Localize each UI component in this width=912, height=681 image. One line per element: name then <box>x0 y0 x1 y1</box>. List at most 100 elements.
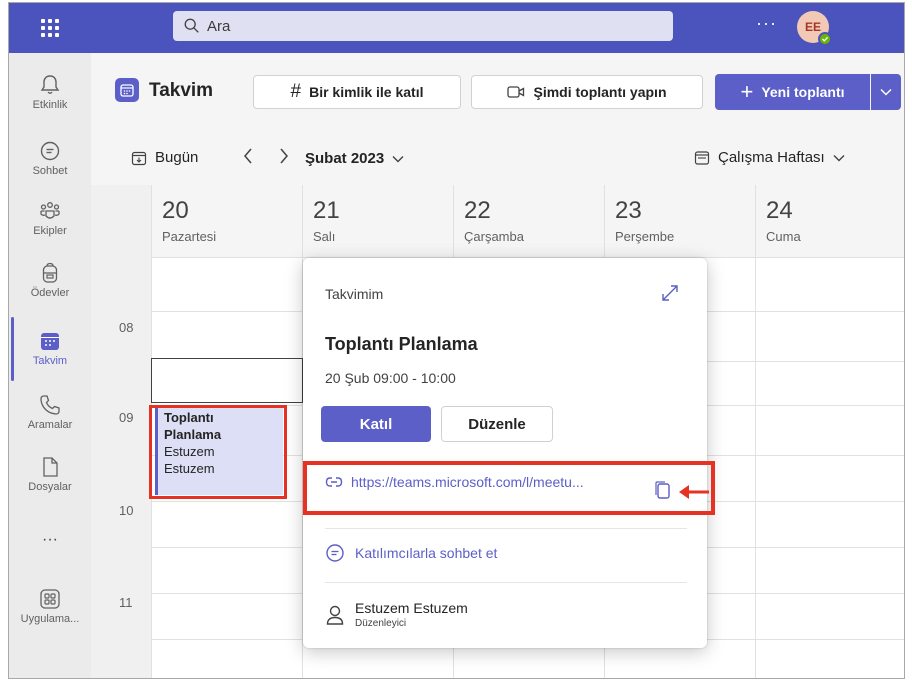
hour-label: 09 <box>119 410 134 425</box>
day-header-wednesday: 22 Çarşamba <box>453 185 604 257</box>
rail-item-label: Takvim <box>32 355 68 367</box>
rail-item-calendar[interactable]: Takvim <box>9 329 91 367</box>
calendar-icon <box>41 333 59 350</box>
calendar-nav: Bugün Şubat 2023 Çalışma Haftası <box>91 133 904 185</box>
person-icon <box>326 605 344 625</box>
rail-item-more[interactable]: ··· <box>9 531 91 549</box>
file-icon <box>43 457 58 477</box>
day-header-tuesday: 21 Salı <box>302 185 453 257</box>
day-header-friday: 24 Cuma <box>755 185 904 257</box>
today-icon <box>131 151 147 165</box>
grid-corner <box>91 185 151 257</box>
day-name: Çarşamba <box>464 229 524 244</box>
apps-icon <box>40 589 60 609</box>
previous-week-button[interactable] <box>243 147 253 170</box>
search-placeholder: Ara <box>207 17 231 35</box>
app-window: Ara ··· EE Etkinlik Sohbet Ekipler Ödevl… <box>8 2 905 679</box>
plus-icon: + <box>740 79 754 104</box>
chevron-down-icon <box>880 88 892 96</box>
presence-available-icon <box>818 32 832 46</box>
waffle-icon <box>41 19 59 37</box>
annotation-arrow-icon <box>679 485 709 499</box>
app-rail: Etkinlik Sohbet Ekipler Ödevler Takvim A… <box>9 53 91 678</box>
link-highlight-box <box>303 461 715 515</box>
rail-item-chat[interactable]: Sohbet <box>9 139 91 177</box>
join-with-id-button[interactable]: # Bir kimlik ile katıl <box>253 75 461 109</box>
rail-item-label: Sohbet <box>32 165 68 177</box>
rail-item-label: Etkinlik <box>32 99 68 111</box>
grid-line <box>755 257 756 678</box>
more-icon: ··· <box>42 531 58 548</box>
day-header-monday: 20 Pazartesi <box>151 185 302 257</box>
join-with-id-label: Bir kimlik ile katıl <box>309 84 424 100</box>
organizer-row: Estuzem Estuzem Düzenleyici <box>325 600 468 629</box>
avatar[interactable]: EE <box>797 11 832 46</box>
rail-item-calls[interactable]: Aramalar <box>9 393 91 431</box>
rail-item-apps[interactable]: Uygulama... <box>9 587 91 625</box>
view-switcher[interactable]: Çalışma Haftası <box>694 149 845 166</box>
chevron-down-icon <box>833 154 845 161</box>
calendar-header: Takvim # Bir kimlik ile katıl Şimdi topl… <box>91 53 904 133</box>
new-meeting-label: Yeni toplantı <box>761 84 845 100</box>
rail-item-label: Aramalar <box>27 419 73 431</box>
meeting-time: 20 Şub 09:00 - 10:00 <box>325 370 456 386</box>
rail-item-label: Ekipler <box>33 225 67 237</box>
chevron-left-icon <box>244 148 252 164</box>
today-label: Bugün <box>155 149 199 166</box>
day-number: 23 <box>615 197 642 224</box>
edit-button[interactable]: Düzenle <box>441 406 553 442</box>
top-bar: Ara ··· EE <box>9 3 904 53</box>
rail-item-label: Uygulama... <box>20 613 80 625</box>
avatar-initials: EE <box>804 20 821 34</box>
search-input[interactable]: Ara <box>173 11 673 41</box>
meet-now-button[interactable]: Şimdi toplantı yapın <box>471 75 703 109</box>
view-label: Çalışma Haftası <box>718 149 825 166</box>
rail-item-assignments[interactable]: Ödevler <box>9 261 91 299</box>
calendar-app-icon <box>115 78 139 102</box>
app-launcher-button[interactable] <box>9 3 91 53</box>
rail-item-files[interactable]: Dosyalar <box>9 455 91 493</box>
day-name: Cuma <box>766 229 801 244</box>
day-number: 22 <box>464 197 491 224</box>
rail-item-teams[interactable]: Ekipler <box>9 199 91 237</box>
day-number: 21 <box>313 197 340 224</box>
day-number: 20 <box>162 197 189 224</box>
next-week-button[interactable] <box>279 147 289 170</box>
organizer-name: Estuzem Estuzem <box>355 600 468 616</box>
day-name: Perşembe <box>615 229 675 244</box>
month-label: Şubat 2023 <box>305 150 385 167</box>
chevron-down-icon <box>392 155 404 162</box>
search-icon <box>184 18 199 33</box>
more-options-button[interactable]: ··· <box>756 13 777 34</box>
day-name: Salı <box>313 229 336 244</box>
phone-icon <box>40 395 60 415</box>
today-button[interactable]: Bugün <box>131 149 198 166</box>
day-number: 24 <box>766 197 793 224</box>
page-title: Takvim <box>149 80 214 101</box>
meet-now-label: Şimdi toplantı yapın <box>533 84 667 100</box>
expand-icon[interactable] <box>661 284 679 302</box>
meeting-title: Toplantı Planlama <box>325 334 478 354</box>
rail-item-label: Dosyalar <box>28 481 72 493</box>
selected-time-slot[interactable] <box>151 358 303 403</box>
day-header-thursday: 23 Perşembe <box>604 185 755 257</box>
meeting-details-card: Takvimim Toplantı Planlama 20 Şub 09:00 … <box>303 258 715 648</box>
chat-icon <box>40 141 60 161</box>
bell-icon <box>40 75 60 94</box>
hash-icon: # <box>290 81 302 102</box>
chat-with-participants-button[interactable]: Katılımcılarla sohbet et <box>325 543 497 563</box>
new-meeting-dropdown[interactable] <box>871 74 901 110</box>
rail-item-activity[interactable]: Etkinlik <box>9 73 91 111</box>
teams-icon <box>40 202 60 219</box>
backpack-icon <box>42 262 58 283</box>
chat-label: Katılımcılarla sohbet et <box>355 545 498 561</box>
hour-label: 08 <box>119 320 134 335</box>
video-camera-icon <box>507 86 525 98</box>
join-button[interactable]: Katıl <box>321 406 431 442</box>
organizer-role: Düzenleyici <box>355 618 407 629</box>
month-picker[interactable]: Şubat 2023 <box>305 150 404 167</box>
new-meeting-button[interactable]: + Yeni toplantı <box>715 74 870 110</box>
rail-item-label: Ödevler <box>30 287 70 299</box>
chat-icon <box>326 544 344 562</box>
hour-label: 10 <box>119 503 134 518</box>
